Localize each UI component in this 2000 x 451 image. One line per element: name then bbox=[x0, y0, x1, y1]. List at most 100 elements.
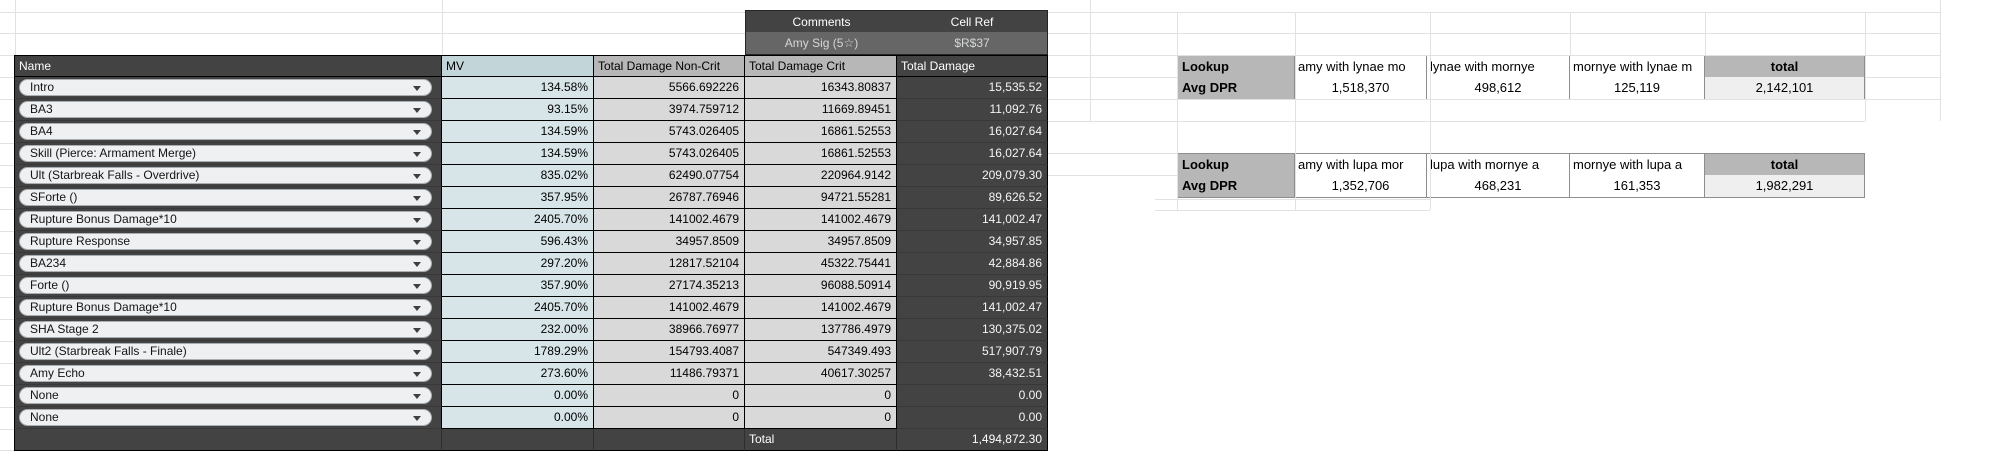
pairing-column-header[interactable]: amy with lupa mor bbox=[1295, 153, 1427, 176]
total-damage-cell[interactable]: 42,884.86 bbox=[897, 253, 1048, 275]
dpr-value-cell[interactable]: 1,352,706 bbox=[1295, 175, 1427, 198]
column-header-total-damage[interactable]: Total Damage bbox=[897, 55, 1048, 77]
name-cell[interactable]: SForte () bbox=[14, 187, 442, 209]
total-damage-non-crit-cell[interactable]: 141002.4679 bbox=[594, 297, 745, 319]
name-cell[interactable]: Rupture Bonus Damage*10 bbox=[14, 209, 442, 231]
name-cell[interactable]: Ult2 (Starbreak Falls - Finale) bbox=[14, 341, 442, 363]
name-cell[interactable]: BA234 bbox=[14, 253, 442, 275]
name-cell[interactable]: Ult (Starbreak Falls - Overdrive) bbox=[14, 165, 442, 187]
name-cell[interactable]: None bbox=[14, 385, 442, 407]
total-damage-crit-cell[interactable]: 141002.4679 bbox=[745, 297, 897, 319]
pairing-column-header[interactable]: amy with lynae mo bbox=[1295, 55, 1427, 78]
mv-cell[interactable]: 2405.70% bbox=[442, 297, 594, 319]
total-damage-crit-cell[interactable]: 137786.4979 bbox=[745, 319, 897, 341]
name-cell[interactable]: Skill (Pierce: Armament Merge) bbox=[14, 143, 442, 165]
name-dropdown[interactable]: None bbox=[19, 387, 432, 404]
mv-cell[interactable]: 232.00% bbox=[442, 319, 594, 341]
name-dropdown[interactable]: Rupture Response bbox=[19, 233, 432, 250]
name-cell[interactable]: None bbox=[14, 407, 442, 429]
mv-cell[interactable]: 0.00% bbox=[442, 385, 594, 407]
total-damage-crit-cell[interactable]: 16861.52553 bbox=[745, 121, 897, 143]
total-damage-cell[interactable]: 16,027.64 bbox=[897, 143, 1048, 165]
total-damage-crit-cell[interactable]: 0 bbox=[745, 407, 897, 429]
total-damage-crit-cell[interactable]: 16343.80837 bbox=[745, 77, 897, 99]
column-header-total-damage-crit[interactable]: Total Damage Crit bbox=[745, 55, 897, 77]
total-damage-crit-cell[interactable]: 45322.75441 bbox=[745, 253, 897, 275]
mv-cell[interactable]: 134.59% bbox=[442, 121, 594, 143]
cellref-value-cell[interactable]: $R$37 bbox=[897, 32, 1048, 55]
total-damage-non-crit-cell[interactable]: 154793.4087 bbox=[594, 341, 745, 363]
total-damage-cell[interactable]: 16,027.64 bbox=[897, 121, 1048, 143]
avg-dpr-label-cell[interactable]: Avg DPR bbox=[1177, 175, 1295, 198]
name-dropdown[interactable]: Ult2 (Starbreak Falls - Finale) bbox=[19, 343, 432, 360]
name-dropdown[interactable]: BA4 bbox=[19, 123, 432, 140]
total-row-name-cell[interactable] bbox=[14, 429, 442, 451]
total-value-cell[interactable]: 2,142,101 bbox=[1705, 77, 1865, 100]
mv-cell[interactable]: 357.95% bbox=[442, 187, 594, 209]
column-header-name[interactable]: Name bbox=[14, 55, 442, 77]
total-damage-non-crit-cell[interactable]: 0 bbox=[594, 385, 745, 407]
total-column-header[interactable]: total bbox=[1705, 55, 1865, 78]
total-damage-crit-cell[interactable]: 16861.52553 bbox=[745, 143, 897, 165]
total-row-value-cell[interactable]: 1,494,872.30 bbox=[897, 429, 1048, 451]
pairing-column-header[interactable]: mornye with lupa a bbox=[1570, 153, 1705, 176]
total-damage-non-crit-cell[interactable]: 11486.79371 bbox=[594, 363, 745, 385]
dpr-value-cell[interactable]: 498,612 bbox=[1427, 77, 1570, 100]
total-damage-non-crit-cell[interactable]: 62490.07754 bbox=[594, 165, 745, 187]
total-damage-cell[interactable]: 38,432.51 bbox=[897, 363, 1048, 385]
name-cell[interactable]: Forte () bbox=[14, 275, 442, 297]
pairing-column-header[interactable]: mornye with lynae m bbox=[1570, 55, 1705, 78]
total-damage-non-crit-cell[interactable]: 5566.692226 bbox=[594, 77, 745, 99]
name-cell[interactable]: BA4 bbox=[14, 121, 442, 143]
name-dropdown[interactable]: Rupture Bonus Damage*10 bbox=[19, 211, 432, 228]
total-column-header[interactable]: total bbox=[1705, 153, 1865, 176]
total-damage-crit-cell[interactable]: 0 bbox=[745, 385, 897, 407]
total-row-mv-cell[interactable] bbox=[442, 429, 594, 451]
total-damage-cell[interactable]: 141,002.47 bbox=[897, 209, 1048, 231]
name-dropdown[interactable]: Amy Echo bbox=[19, 365, 432, 382]
dpr-value-cell[interactable]: 468,231 bbox=[1427, 175, 1570, 198]
lookup-label-cell[interactable]: Lookup bbox=[1177, 55, 1295, 78]
pairing-column-header[interactable]: lupa with mornye a bbox=[1427, 153, 1570, 176]
total-damage-non-crit-cell[interactable]: 141002.4679 bbox=[594, 209, 745, 231]
total-damage-non-crit-cell[interactable]: 26787.76946 bbox=[594, 187, 745, 209]
dpr-value-cell[interactable]: 1,518,370 bbox=[1295, 77, 1427, 100]
dpr-value-cell[interactable]: 125,119 bbox=[1570, 77, 1705, 100]
name-dropdown[interactable]: Intro bbox=[19, 79, 432, 96]
name-cell[interactable]: Rupture Response bbox=[14, 231, 442, 253]
total-damage-non-crit-cell[interactable]: 5743.026405 bbox=[594, 143, 745, 165]
name-dropdown[interactable]: SHA Stage 2 bbox=[19, 321, 432, 338]
name-dropdown[interactable]: Ult (Starbreak Falls - Overdrive) bbox=[19, 167, 432, 184]
name-dropdown[interactable]: BA234 bbox=[19, 255, 432, 272]
name-dropdown[interactable]: Skill (Pierce: Armament Merge) bbox=[19, 145, 432, 162]
cellref-header-cell[interactable]: Cell Ref bbox=[897, 10, 1048, 33]
name-dropdown[interactable]: BA3 bbox=[19, 101, 432, 118]
name-dropdown[interactable]: None bbox=[19, 409, 432, 426]
total-damage-cell[interactable]: 0.00 bbox=[897, 407, 1048, 429]
mv-cell[interactable]: 297.20% bbox=[442, 253, 594, 275]
total-damage-cell[interactable]: 517,907.79 bbox=[897, 341, 1048, 363]
total-damage-cell[interactable]: 34,957.85 bbox=[897, 231, 1048, 253]
total-damage-cell[interactable]: 0.00 bbox=[897, 385, 1048, 407]
mv-cell[interactable]: 835.02% bbox=[442, 165, 594, 187]
total-damage-crit-cell[interactable]: 547349.493 bbox=[745, 341, 897, 363]
name-cell[interactable]: Intro bbox=[14, 77, 442, 99]
mv-cell[interactable]: 273.60% bbox=[442, 363, 594, 385]
mv-cell[interactable]: 1789.29% bbox=[442, 341, 594, 363]
mv-cell[interactable]: 596.43% bbox=[442, 231, 594, 253]
pairing-column-header[interactable]: lynae with mornye bbox=[1427, 55, 1570, 78]
total-damage-crit-cell[interactable]: 96088.50914 bbox=[745, 275, 897, 297]
name-cell[interactable]: Amy Echo bbox=[14, 363, 442, 385]
total-damage-non-crit-cell[interactable]: 0 bbox=[594, 407, 745, 429]
name-cell[interactable]: Rupture Bonus Damage*10 bbox=[14, 297, 442, 319]
total-damage-non-crit-cell[interactable]: 12817.52104 bbox=[594, 253, 745, 275]
mv-cell[interactable]: 134.59% bbox=[442, 143, 594, 165]
lookup-label-cell[interactable]: Lookup bbox=[1177, 153, 1295, 176]
total-damage-crit-cell[interactable]: 220964.9142 bbox=[745, 165, 897, 187]
total-row-noncrit-cell[interactable] bbox=[594, 429, 745, 451]
total-damage-cell[interactable]: 141,002.47 bbox=[897, 297, 1048, 319]
dpr-value-cell[interactable]: 161,353 bbox=[1570, 175, 1705, 198]
total-damage-non-crit-cell[interactable]: 34957.8509 bbox=[594, 231, 745, 253]
name-cell[interactable]: BA3 bbox=[14, 99, 442, 121]
column-header-mv[interactable]: MV bbox=[442, 55, 594, 77]
